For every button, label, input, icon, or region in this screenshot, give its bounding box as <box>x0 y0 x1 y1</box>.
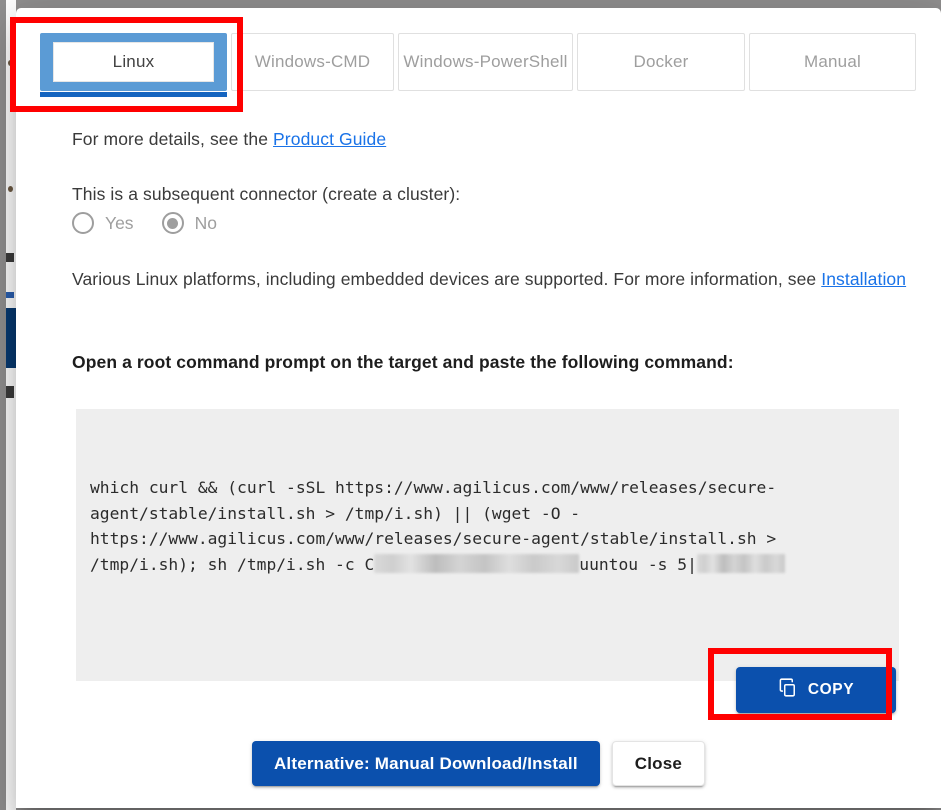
subsequent-connector-radio-group[interactable]: Yes No <box>72 212 245 234</box>
product-guide-link[interactable]: Product Guide <box>273 129 386 149</box>
tab-linux[interactable]: Linux <box>40 33 227 97</box>
background-bullet-icon <box>8 60 13 66</box>
tab-windows-powershell-label: Windows-PowerShell <box>403 52 568 71</box>
tab-docker-label: Docker <box>633 52 689 71</box>
alternative-manual-download-install-button[interactable]: Alternative: Manual Download/Install <box>251 741 600 786</box>
copy-button[interactable]: COPY <box>736 667 896 713</box>
tab-windows-cmd-label: Windows-CMD <box>254 52 371 71</box>
radio-no-icon[interactable] <box>161 212 184 234</box>
tab-windows-powershell[interactable]: Windows-PowerShell <box>398 33 573 91</box>
command-part-2: uuntou -s 5 <box>579 554 688 574</box>
product-guide-line: For more details, see the Product Guide <box>72 126 386 152</box>
background-page <box>0 0 16 810</box>
radio-yes-label: Yes <box>105 212 134 233</box>
product-guide-text: For more details, see the <box>72 129 274 149</box>
background-sidebar-item <box>6 308 16 368</box>
radio-option-no[interactable]: No <box>161 212 217 234</box>
command-caret: | <box>687 554 697 574</box>
platform-note-text: Various Linux platforms, including embed… <box>72 269 822 289</box>
platform-note: Various Linux platforms, including embed… <box>72 266 912 292</box>
copy-button-label: COPY <box>807 681 855 698</box>
tab-linux-label: Linux <box>112 52 155 71</box>
tab-docker[interactable]: Docker <box>577 33 745 91</box>
radio-option-yes[interactable]: Yes <box>72 212 134 234</box>
redacted-token-1 <box>374 553 580 573</box>
install-connector-dialog: Linux Windows-CMD Windows-PowerShell Doc… <box>16 8 941 808</box>
dialog-footer: Alternative: Manual Download/Install Clo… <box>16 741 941 786</box>
installation-link[interactable]: Installation <box>821 269 906 289</box>
tab-manual[interactable]: Manual <box>749 33 916 91</box>
radio-no-label: No <box>194 212 217 233</box>
tab-manual-label: Manual <box>804 52 861 71</box>
tab-windows-cmd[interactable]: Windows-CMD <box>231 33 394 91</box>
tab-linux-inner[interactable]: Linux <box>53 42 214 82</box>
radio-yes-icon[interactable] <box>72 212 94 234</box>
platform-tab-strip: Linux Windows-CMD Windows-PowerShell Doc… <box>40 33 916 97</box>
background-bullet-icon <box>8 186 13 192</box>
instruction-text: Open a root command prompt on the target… <box>72 352 734 372</box>
background-glyph <box>6 292 14 298</box>
cluster-question-label: This is a subsequent connector (create a… <box>72 184 461 204</box>
command-code-block[interactable]: which curl && (curl -sSL https://www.agi… <box>76 409 899 681</box>
close-button[interactable]: Close <box>611 741 706 786</box>
background-glyph <box>6 253 14 262</box>
copy-icon <box>778 678 797 702</box>
redacted-token-2 <box>696 553 785 573</box>
tab-linux-active-underline <box>40 92 227 97</box>
background-surface <box>6 0 16 810</box>
background-glyph <box>6 386 14 398</box>
command-text: which curl && (curl -sSL https://www.agi… <box>90 475 885 577</box>
